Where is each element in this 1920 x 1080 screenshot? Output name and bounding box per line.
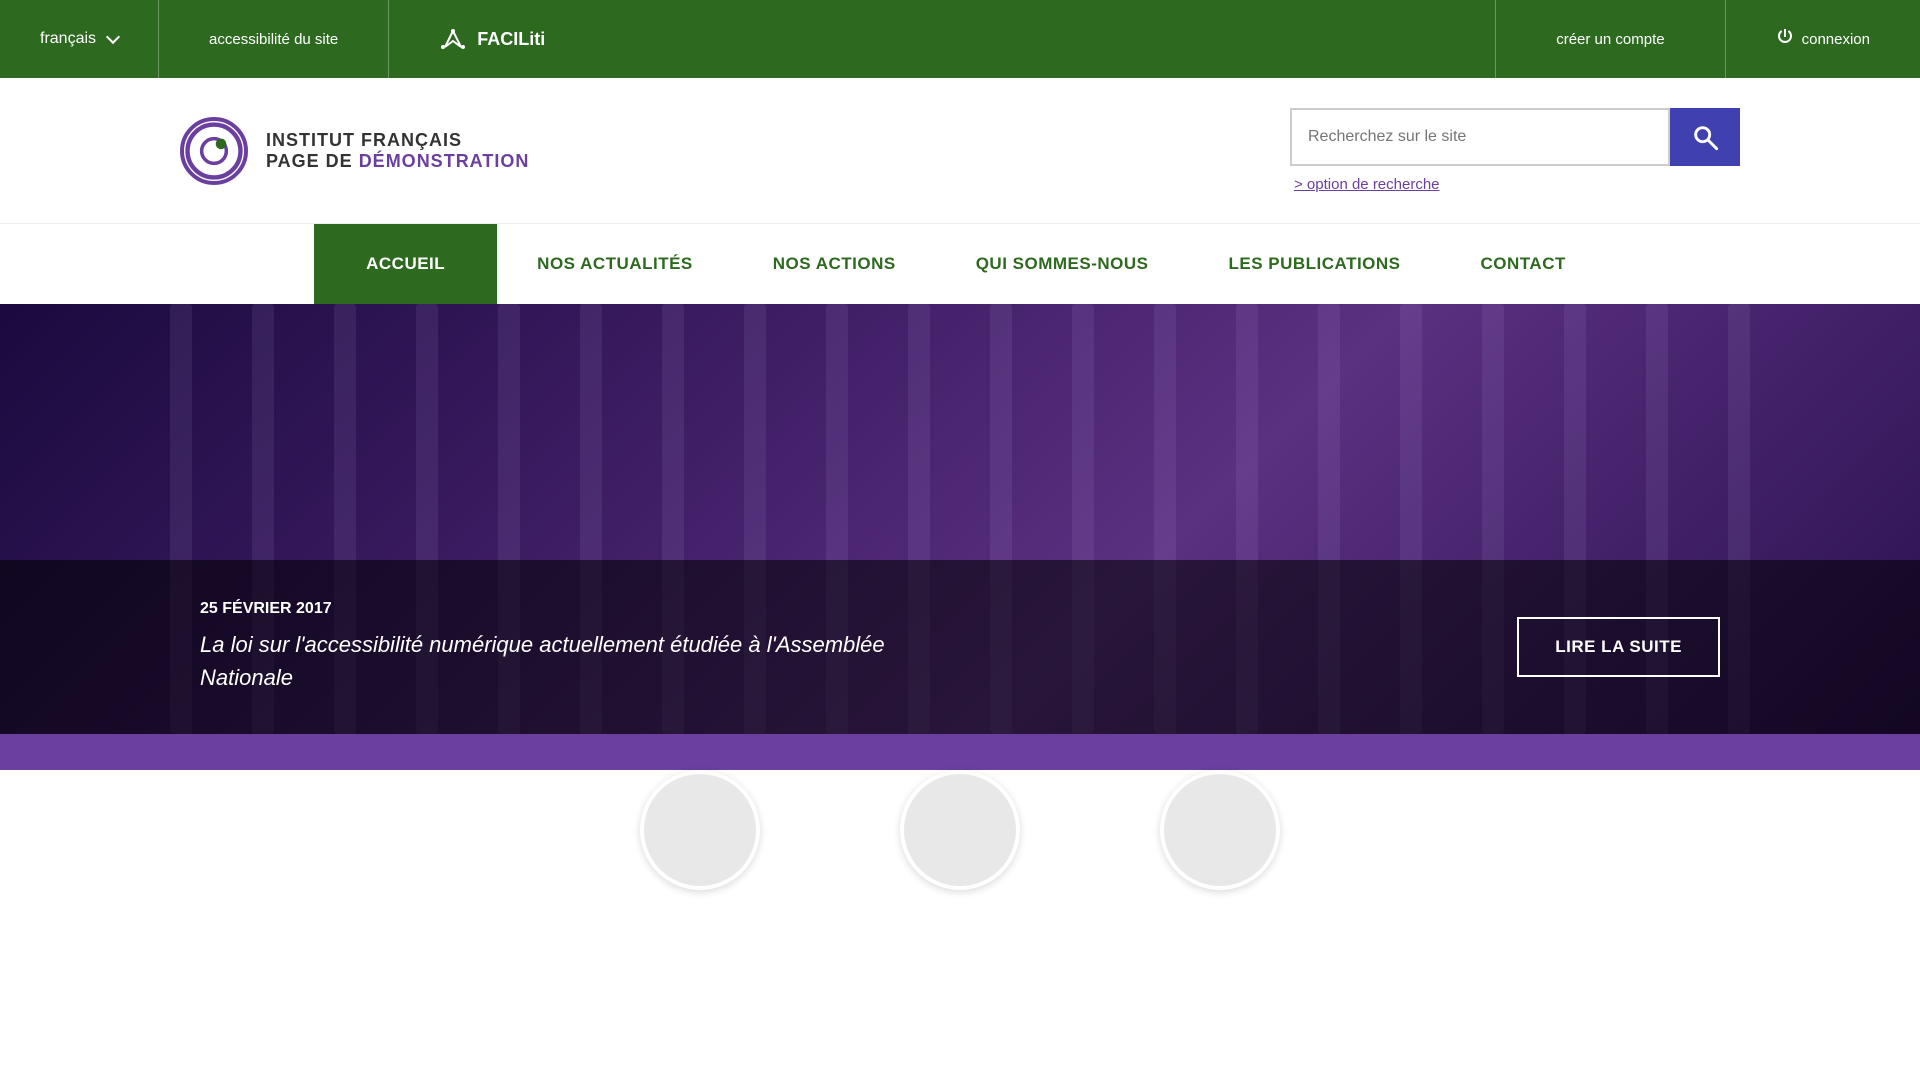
search-button[interactable] xyxy=(1670,108,1740,166)
hero-content: 25 FÉVRIER 2017 La loi sur l'accessibili… xyxy=(0,560,1920,734)
nav-label-publications: LES PUBLICATIONS xyxy=(1229,254,1401,274)
lang-selector[interactable]: français xyxy=(0,0,159,78)
top-bar-right: créer un compte connexion xyxy=(1495,0,1920,78)
nav-item-contact[interactable]: CONTACT xyxy=(1441,224,1606,304)
create-account-link[interactable]: créer un compte xyxy=(1495,0,1724,78)
faciliti-label: FACILiti xyxy=(477,29,545,50)
nav-item-actions[interactable]: NOS ACTIONS xyxy=(733,224,936,304)
nav-label-contact: CONTACT xyxy=(1481,254,1566,274)
faciliti-crown-icon xyxy=(439,29,467,49)
accessibility-label: accessibilité du site xyxy=(209,31,338,48)
nav-label-accueil: ACCUEIL xyxy=(366,254,445,274)
nav-item-qui-sommes-nous[interactable]: QUI SOMMES-NOUS xyxy=(936,224,1189,304)
circle-2[interactable] xyxy=(900,770,1020,890)
search-option-link[interactable]: > option de recherche xyxy=(1294,176,1440,193)
hero-date: 25 FÉVRIER 2017 xyxy=(200,600,1517,618)
logo-subtitle-highlight: DÉMONSTRATION xyxy=(359,151,530,171)
top-bar: français accessibilité du site FACILiti … xyxy=(0,0,1920,78)
connexion-link[interactable]: connexion xyxy=(1725,0,1920,78)
chevron-down-icon xyxy=(106,30,120,44)
creer-label: créer un compte xyxy=(1556,31,1664,48)
hero-cta-label: LIRE LA SUITE xyxy=(1555,637,1682,656)
nav-item-accueil[interactable]: ACCUEIL xyxy=(314,224,497,304)
search-option-label: > option de recherche xyxy=(1294,176,1440,193)
nav-label-qui: QUI SOMMES-NOUS xyxy=(976,254,1149,274)
accessibility-link[interactable]: accessibilité du site xyxy=(159,0,389,78)
circle-3[interactable] xyxy=(1160,770,1280,890)
search-row xyxy=(1290,108,1740,166)
main-nav: ACCUEIL NOS ACTUALITÉS NOS ACTIONS QUI S… xyxy=(0,223,1920,304)
logo-text: INSTITUT FRANÇAIS PAGE DE DÉMONSTRATION xyxy=(266,130,529,172)
hero-banner: 25 FÉVRIER 2017 La loi sur l'accessibili… xyxy=(0,304,1920,734)
hero-cta-button[interactable]: LIRE LA SUITE xyxy=(1517,617,1720,677)
logo-title: INSTITUT FRANÇAIS xyxy=(266,130,529,151)
hero-text: 25 FÉVRIER 2017 La loi sur l'accessibili… xyxy=(200,600,1517,694)
nav-item-actualites[interactable]: NOS ACTUALITÉS xyxy=(497,224,733,304)
logo-icon xyxy=(184,117,244,185)
search-area: > option de recherche xyxy=(1290,108,1740,193)
search-input[interactable] xyxy=(1290,108,1670,166)
logo-subtitle: PAGE DE DÉMONSTRATION xyxy=(266,151,529,172)
power-icon xyxy=(1776,28,1794,50)
nav-label-actions: NOS ACTIONS xyxy=(773,254,896,274)
logo-circle xyxy=(180,117,248,185)
header: INSTITUT FRANÇAIS PAGE DE DÉMONSTRATION … xyxy=(0,78,1920,223)
logo-area[interactable]: INSTITUT FRANÇAIS PAGE DE DÉMONSTRATION xyxy=(180,117,529,185)
circles-section xyxy=(0,770,1920,910)
faciliti-link[interactable]: FACILiti xyxy=(389,0,595,78)
search-icon xyxy=(1691,123,1719,151)
connexion-label: connexion xyxy=(1802,31,1870,48)
lang-label: français xyxy=(40,30,96,48)
top-bar-left: français accessibilité du site FACILiti xyxy=(0,0,1495,78)
circle-1[interactable] xyxy=(640,770,760,890)
logo-subtitle-prefix: PAGE DE xyxy=(266,151,359,171)
hero-title: La loi sur l'accessibilité numérique act… xyxy=(200,628,900,694)
nav-label-actualites: NOS ACTUALITÉS xyxy=(537,254,693,274)
nav-item-publications[interactable]: LES PUBLICATIONS xyxy=(1189,224,1441,304)
